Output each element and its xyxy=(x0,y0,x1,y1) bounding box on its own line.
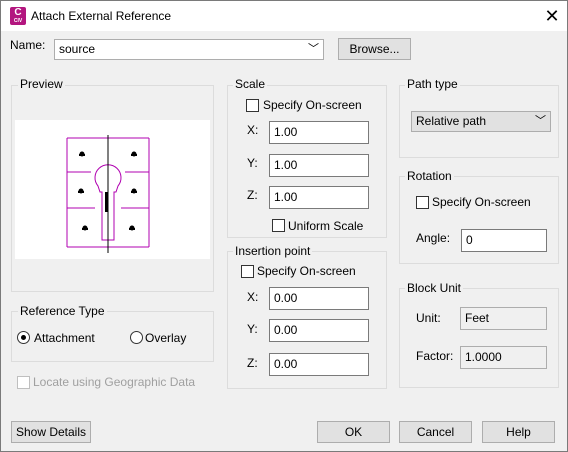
overlay-radio[interactable] xyxy=(130,331,143,344)
angle-input[interactable]: 0 xyxy=(461,229,547,252)
insertion-specify-checkbox[interactable] xyxy=(241,265,254,278)
block-unit-title: Block Unit xyxy=(405,281,464,295)
name-label: Name: xyxy=(10,38,46,52)
insertion-z-label: Z: xyxy=(247,356,258,370)
scale-title: Scale xyxy=(233,77,268,91)
attach-xref-dialog: C CIV Attach External Reference ✕ Name: … xyxy=(0,0,568,452)
cancel-button[interactable]: Cancel xyxy=(399,421,472,443)
ok-button[interactable]: OK xyxy=(317,421,390,443)
insertion-y-input[interactable]: 0.00 xyxy=(269,319,369,342)
scale-x-input[interactable]: 1.00 xyxy=(269,121,369,144)
geographic-data-checkbox[interactable] xyxy=(17,376,30,389)
insertion-specify-label: Specify On-screen xyxy=(257,264,356,278)
scale-specify-label: Specify On-screen xyxy=(263,98,362,112)
name-dropdown[interactable]: source ﹀ xyxy=(54,39,324,60)
rotation-specify-label: Specify On-screen xyxy=(432,195,531,209)
scale-specify-checkbox[interactable] xyxy=(246,99,259,112)
overlay-label: Overlay xyxy=(145,331,187,345)
title-bar: C CIV Attach External Reference ✕ xyxy=(1,1,567,31)
browse-button[interactable]: Browse... xyxy=(338,38,411,60)
app-icon-sub: CIV xyxy=(13,18,23,24)
uniform-scale-label: Uniform Scale xyxy=(288,219,364,233)
insertion-title: Insertion point xyxy=(233,244,313,258)
unit-field: Feet xyxy=(460,307,547,330)
chevron-down-icon: ﹀ xyxy=(308,43,319,55)
scale-y-input[interactable]: 1.00 xyxy=(269,154,369,177)
radio-selected-dot xyxy=(21,335,26,340)
rotation-specify-checkbox[interactable] xyxy=(416,196,429,209)
name-value: source xyxy=(59,42,96,56)
geographic-data-label: Locate using Geographic Data xyxy=(33,375,196,389)
app-icon: C CIV xyxy=(10,7,26,25)
preview-drawing xyxy=(66,135,150,253)
preview-title: Preview xyxy=(18,77,65,91)
factor-field: 1.0000 xyxy=(460,346,547,369)
unit-label: Unit: xyxy=(416,311,441,325)
app-icon-letter: C xyxy=(14,7,22,18)
insertion-x-input[interactable]: 0.00 xyxy=(269,287,369,310)
scale-z-label: Z: xyxy=(247,188,258,202)
path-type-value: Relative path xyxy=(416,114,487,128)
insertion-y-label: Y: xyxy=(247,322,258,336)
window-title: Attach External Reference xyxy=(31,9,172,23)
insertion-z-input[interactable]: 0.00 xyxy=(269,353,369,376)
factor-label: Factor: xyxy=(416,349,454,363)
rotation-title: Rotation xyxy=(405,169,454,183)
close-icon[interactable]: ✕ xyxy=(539,3,565,29)
attachment-label: Attachment xyxy=(34,331,95,345)
path-type-dropdown[interactable]: Relative path ﹀ xyxy=(411,111,551,132)
insertion-x-label: X: xyxy=(247,290,259,304)
help-button[interactable]: Help xyxy=(482,421,555,443)
scale-y-label: Y: xyxy=(247,156,258,170)
show-details-button[interactable]: Show Details xyxy=(11,421,91,443)
chevron-down-icon: ﹀ xyxy=(535,115,546,127)
attachment-radio[interactable] xyxy=(17,331,30,344)
scale-x-label: X: xyxy=(247,123,259,137)
scale-z-input[interactable]: 1.00 xyxy=(269,186,369,209)
uniform-scale-checkbox[interactable] xyxy=(272,219,285,232)
path-type-title: Path type xyxy=(405,77,460,91)
block-unit-group xyxy=(399,288,559,388)
preview-canvas xyxy=(15,120,210,259)
reference-type-title: Reference Type xyxy=(18,304,107,318)
angle-label: Angle: xyxy=(416,231,451,245)
